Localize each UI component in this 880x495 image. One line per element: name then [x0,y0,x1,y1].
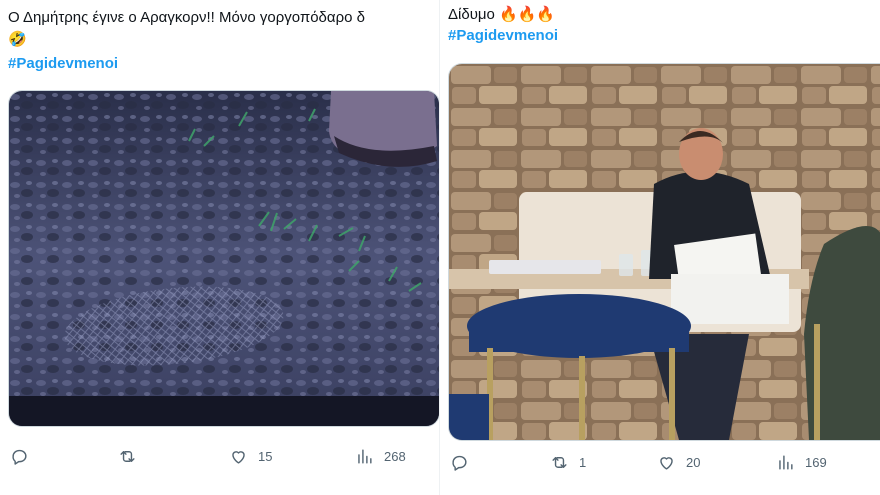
views-count: 169 [805,455,827,470]
reply-icon [12,449,27,465]
retweet-button[interactable]: 1 [550,453,586,472]
retweet-button[interactable] [118,447,147,466]
tweet-text-emoji: 🤣 [8,31,27,48]
like-icon [660,457,673,470]
like-count: 20 [686,455,701,470]
tweet-text-line1: Ο Δημήτρης έγινε ο Αραγκορν!! Μόνο γοργο… [8,9,365,26]
hashtag-link[interactable]: #Pagidevmenoi [448,27,558,44]
tweet-image-cafe-scene[interactable] [448,63,880,441]
retweet-icon [120,451,135,462]
views-icon [358,449,372,464]
like-icon [232,451,245,464]
retweet-icon [552,457,567,468]
tweet-right[interactable]: Δίδυμο 🔥🔥🔥 #Pagidevmenoi 1 20 169 [440,0,880,495]
like-button[interactable]: 15 [229,447,272,466]
tweet-text-line1: Δίδυμο 🔥🔥🔥 [448,6,556,23]
hashtag-link[interactable]: #Pagidevmenoi [8,55,118,72]
retweet-count: 1 [579,455,587,470]
reply-icon [452,455,467,471]
like-button[interactable]: 20 [657,453,700,472]
tweet-left[interactable]: Ο Δημήτρης έγινε ο Αραγκορν!! Μόνο γοργο… [0,0,440,495]
views-icon [779,455,793,470]
views-count: 268 [384,449,406,464]
views-button[interactable]: 169 [776,453,827,472]
like-count: 15 [258,449,273,464]
reply-button[interactable] [450,453,479,472]
reply-button[interactable] [10,447,39,466]
views-button[interactable]: 268 [355,447,406,466]
tweet-image-soil-footprint[interactable] [8,90,440,427]
